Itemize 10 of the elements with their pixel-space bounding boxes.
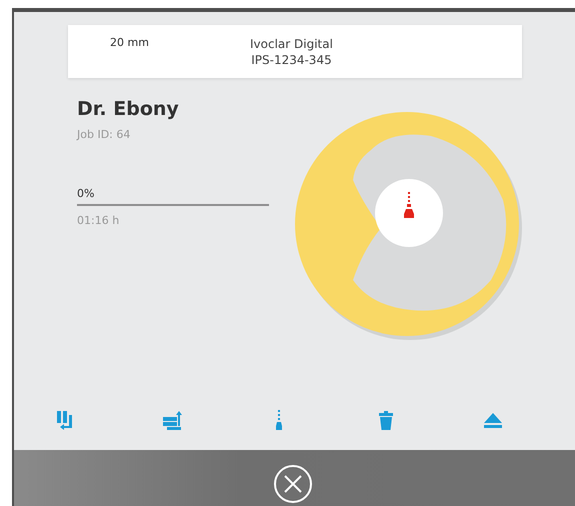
manufacturer: Ivoclar Digital	[250, 36, 333, 50]
stack-arrow-icon	[161, 409, 183, 431]
progress-label: 0%	[77, 187, 96, 200]
remaining-time: 01:16 h	[77, 214, 120, 227]
job-name: Dr. Ebony	[77, 98, 180, 120]
disc-size: 20 mm	[110, 36, 150, 49]
mill-bur-icon	[275, 409, 283, 431]
close-button[interactable]	[273, 464, 313, 504]
job-id: Job ID: 64	[77, 128, 132, 141]
serial-number: IPS-1234-345	[251, 52, 332, 66]
